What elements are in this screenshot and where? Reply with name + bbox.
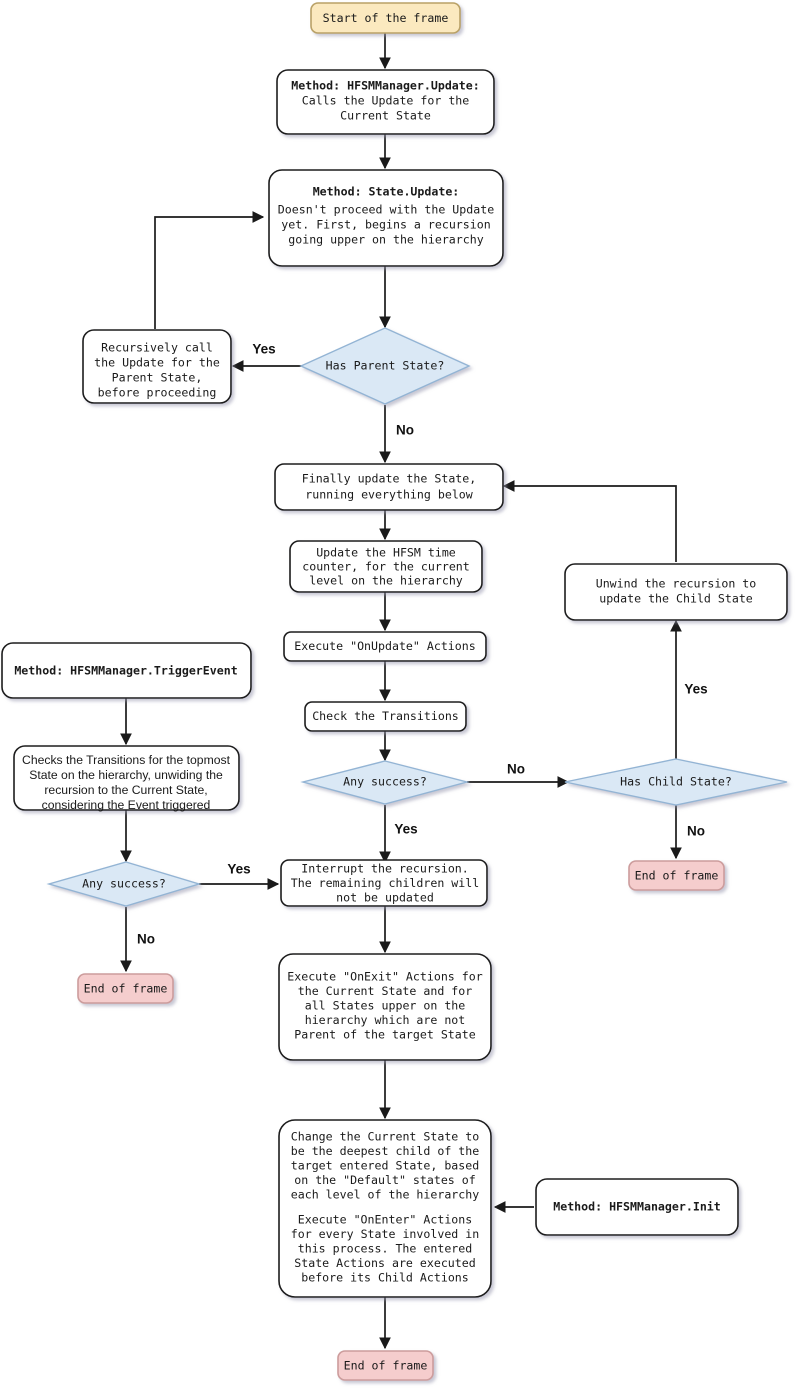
- node-end-frame-event[interactable]: End of frame: [77, 973, 174, 1004]
- node-state-update[interactable]: Method: State.Update: Doesn't proceed wi…: [268, 169, 504, 267]
- any-success-update-label: Any success?: [343, 775, 427, 789]
- change-state-line-1: be the deepest child of the: [291, 1144, 479, 1158]
- onexit-line-1: the Current State and for: [298, 984, 473, 998]
- node-end-frame-child[interactable]: End of frame: [628, 860, 725, 891]
- node-trigger-event[interactable]: Method: HFSMManager.TriggerEvent: [1, 642, 252, 699]
- check-transitions-label: Check the Transitions: [312, 709, 459, 723]
- hfsm-init-label: Method: HFSMManager.Init: [553, 1200, 721, 1214]
- change-state-line-0: Change the Current State to: [291, 1130, 479, 1144]
- node-start-frame[interactable]: Start of the frame: [310, 2, 461, 34]
- end-frame-child-label: End of frame: [635, 869, 719, 883]
- update-time-line-0: Update the HFSM time: [316, 546, 456, 560]
- edge-label-child-yes: Yes: [684, 682, 707, 697]
- edge-label-update-success-no: No: [507, 762, 525, 777]
- unwind-recursion-line-1: update the Child State: [599, 592, 753, 606]
- node-hfsm-update[interactable]: Method: HFSMManager.Update: Calls the Up…: [276, 69, 495, 135]
- change-state-line-10: before its Child Actions: [301, 1271, 469, 1285]
- onexit-line-2: all States upper on the: [305, 999, 466, 1013]
- change-state-line-4: each level of the hierarchy: [291, 1188, 479, 1202]
- state-update-line-1: Doesn't proceed with the Update: [278, 203, 494, 217]
- state-update-line-0: Method: State.Update:: [313, 185, 460, 199]
- node-any-success-event[interactable]: Any success?: [46, 861, 202, 907]
- node-finally-update-state[interactable]: Finally update the State, running everyt…: [274, 463, 504, 511]
- recursive-parent-line-0: Recursively call: [101, 341, 213, 355]
- state-update-line-2: yet. First, begins a recursion: [281, 218, 490, 232]
- node-onupdate-actions[interactable]: Execute "OnUpdate" Actions: [283, 631, 487, 662]
- flowchart-svg: Yes No No Yes Yes No Yes No Start of the…: [1, 2, 788, 1381]
- edge-label-update-success-yes: Yes: [394, 822, 417, 837]
- edge-label-event-success-yes: Yes: [227, 862, 250, 877]
- node-change-current-state[interactable]: Change the Current State to be the deepe…: [278, 1119, 492, 1298]
- update-time-line-2: level on the hierarchy: [309, 574, 463, 588]
- edge-label-child-no: No: [687, 824, 705, 839]
- has-child-state-label: Has Child State?: [620, 775, 732, 789]
- change-state-line-6: Execute "OnEnter" Actions: [298, 1213, 473, 1227]
- checks-topmost-line-0: Checks the Transitions for the topmost: [22, 753, 231, 767]
- interrupt-recursion-line-0: Interrupt the recursion.: [301, 862, 469, 876]
- change-state-line-3: on the "Default" states of: [294, 1173, 476, 1187]
- finally-update-line-0: Finally update the State,: [302, 472, 477, 486]
- onexit-line-4: Parent of the target State: [294, 1028, 476, 1042]
- start-frame-label: Start of the frame: [323, 11, 449, 25]
- checks-topmost-line-1: State on the hierarchy, unwiding the: [29, 768, 223, 782]
- node-hfsm-init[interactable]: Method: HFSMManager.Init: [535, 1178, 739, 1236]
- edge-unwind-back-to-finally-update: [502, 480, 677, 562]
- node-end-frame-final[interactable]: End of frame: [337, 1350, 434, 1381]
- recursive-parent-line-1: the Update for the: [94, 356, 220, 370]
- edge-label-parent-yes: Yes: [252, 342, 275, 357]
- edge-recursive-back-to-state-update: [154, 211, 265, 329]
- change-state-line-9: State Actions are executed: [294, 1256, 475, 1270]
- finally-update-line-1: running everything below: [305, 488, 473, 502]
- edge-label-parent-no: No: [396, 423, 414, 438]
- node-checks-transitions-topmost[interactable]: Checks the Transitions for the topmost S…: [13, 745, 240, 812]
- checks-topmost-line-3: considering the Event triggered: [42, 798, 211, 812]
- edge-label-event-success-no: No: [137, 932, 155, 947]
- node-check-transitions[interactable]: Check the Transitions: [304, 701, 467, 732]
- update-time-line-1: counter, for the current: [302, 560, 470, 574]
- node-interrupt-recursion[interactable]: Interrupt the recursion. The remaining c…: [280, 859, 488, 907]
- end-frame-final-label: End of frame: [344, 1359, 428, 1373]
- hfsm-update-line-2: Current State: [340, 109, 431, 123]
- node-onexit-actions[interactable]: Execute "OnExit" Actions for the Current…: [278, 953, 492, 1061]
- state-update-line-3: going upper on the hierarchy: [288, 233, 483, 247]
- recursive-parent-line-2: Parent State,: [112, 371, 203, 385]
- has-parent-state-label: Has Parent State?: [326, 359, 445, 373]
- end-frame-event-label: End of frame: [84, 982, 168, 996]
- node-has-parent-state[interactable]: Has Parent State?: [299, 327, 471, 405]
- node-recursive-parent-call[interactable]: Recursively call the Update for the Pare…: [82, 329, 232, 404]
- node-update-hfsm-time[interactable]: Update the HFSM time counter, for the cu…: [289, 540, 483, 593]
- node-unwind-recursion[interactable]: Unwind the recursion to update the Child…: [564, 563, 788, 621]
- interrupt-recursion-line-2: not be updated: [336, 891, 434, 905]
- onexit-line-3: hierarchy which are not: [305, 1013, 466, 1027]
- hfsm-update-line-0: Method: HFSMManager.Update:: [291, 79, 479, 93]
- checks-topmost-line-2: recursion to the Current State,: [44, 783, 207, 797]
- change-state-line-7: for every State involved in: [291, 1227, 479, 1241]
- recursive-parent-line-3: before proceeding: [98, 386, 217, 400]
- interrupt-recursion-line-1: The remaining children will: [291, 876, 479, 890]
- hfsm-update-line-1: Calls the Update for the: [302, 94, 470, 108]
- node-has-child-state[interactable]: Has Child State?: [564, 758, 788, 806]
- onupdate-actions-label: Execute "OnUpdate" Actions: [294, 639, 475, 653]
- any-success-event-label: Any success?: [82, 877, 166, 891]
- onexit-line-0: Execute "OnExit" Actions for: [287, 970, 482, 984]
- flowchart-canvas: Yes No No Yes Yes No Yes No Start of the…: [0, 0, 797, 1392]
- change-state-line-2: target entered State, based: [291, 1159, 479, 1173]
- node-any-success-update[interactable]: Any success?: [300, 760, 470, 805]
- change-state-line-8: this process. The entered: [298, 1242, 473, 1256]
- unwind-recursion-line-0: Unwind the recursion to: [596, 577, 757, 591]
- trigger-event-label: Method: HFSMManager.TriggerEvent: [14, 664, 237, 678]
